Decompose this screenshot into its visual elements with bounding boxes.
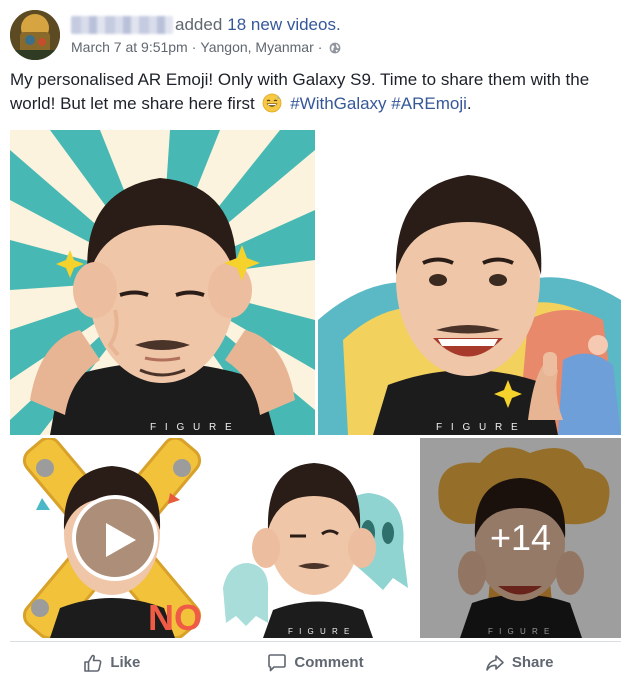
- post-timestamp[interactable]: March 7 at 9:51pm: [71, 39, 188, 55]
- videos-count-link[interactable]: 18 new videos.: [227, 15, 340, 35]
- meta-separator: ·: [191, 39, 197, 55]
- like-button[interactable]: Like: [10, 642, 214, 683]
- hashtag-aremoji[interactable]: #AREmoji: [391, 94, 467, 113]
- svg-text:NO: NO: [148, 597, 202, 638]
- author-name-blurred[interactable]: [71, 16, 173, 34]
- comment-bubble-icon: [268, 653, 287, 671]
- svg-text:F I G U R E: F I G U R E: [288, 627, 351, 636]
- post-location[interactable]: Yangon, Myanmar: [200, 39, 313, 55]
- media-tile-3-video[interactable]: NO: [10, 438, 215, 638]
- post-header-title: added 18 new videos.: [71, 14, 341, 36]
- share-label: Share: [511, 654, 554, 671]
- thumbs-up-icon: [84, 654, 102, 672]
- play-icon[interactable]: [72, 495, 158, 581]
- hashtag-withgalaxy[interactable]: #WithGalaxy: [290, 94, 386, 113]
- share-arrow-icon: [486, 654, 504, 671]
- post-action-bar: Like Comment Share: [10, 641, 621, 683]
- feed-post: added 18 new videos. March 7 at 9:51pm ·…: [0, 0, 629, 688]
- post-caption: My personalised AR Emoji! Only with Gala…: [10, 68, 615, 116]
- media-tile-1[interactable]: F I G U R E: [10, 130, 315, 435]
- action-text: added: [175, 15, 223, 34]
- like-label: Like: [110, 654, 141, 671]
- caption-end: .: [466, 94, 472, 113]
- post-meta: March 7 at 9:51pm · Yangon, Myanmar ·: [71, 38, 341, 56]
- comment-label: Comment: [294, 654, 364, 671]
- svg-text:F I G U R E: F I G U R E: [150, 422, 235, 433]
- svg-text:F I G U R E: F I G U R E: [436, 422, 521, 433]
- comment-button[interactable]: Comment: [214, 642, 418, 683]
- media-tile-2[interactable]: F I G U R E: [318, 130, 621, 435]
- globe-icon[interactable]: [329, 41, 341, 54]
- more-media-count: +14: [489, 517, 552, 558]
- media-tile-5-more[interactable]: F I G U R E +14: [420, 438, 621, 638]
- grinning-sweat-emoji-icon: [262, 93, 282, 113]
- more-media-overlay[interactable]: +14: [420, 438, 621, 638]
- media-tile-4[interactable]: F I G U R E: [218, 438, 417, 638]
- meta-separator: ·: [317, 39, 323, 55]
- profile-avatar[interactable]: [10, 10, 60, 60]
- share-button[interactable]: Share: [417, 642, 621, 683]
